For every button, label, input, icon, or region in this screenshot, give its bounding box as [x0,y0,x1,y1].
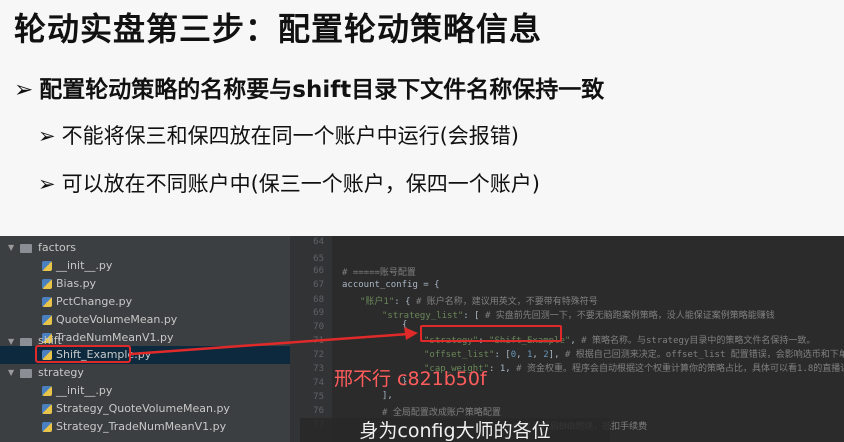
video-subtitle: 身为config大师的各位 [300,418,610,442]
annotation-text: 邢不行 c821b50f [334,368,487,390]
